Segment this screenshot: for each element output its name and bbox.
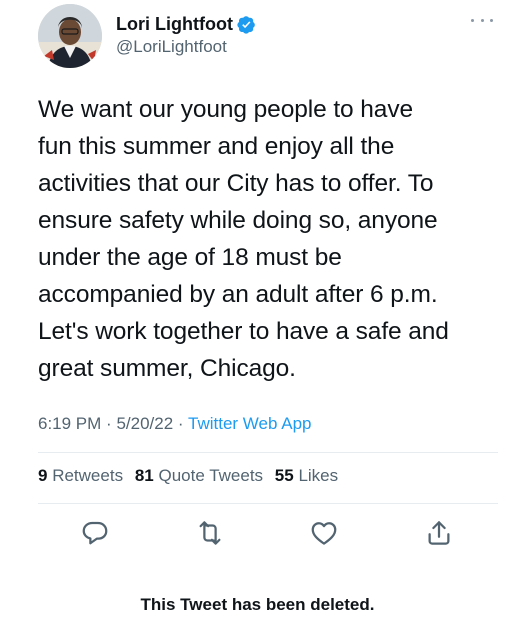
more-options-icon[interactable] [471, 12, 493, 28]
display-name-row: Lori Lightfoot [116, 13, 256, 35]
tweet-date[interactable]: 5/20/22 [116, 414, 173, 433]
tweet-meta: 6:19 PM · 5/20/22 · Twitter Web App [38, 411, 311, 437]
quotes-label: Quote Tweets [158, 466, 264, 485]
avatar[interactable] [38, 4, 102, 68]
divider [38, 452, 498, 453]
quotes-count: 81 [134, 466, 154, 485]
quotes-stat[interactable]: 81 Quote Tweets [135, 466, 263, 485]
heart-icon[interactable] [309, 518, 339, 548]
divider [38, 503, 498, 504]
author-handle[interactable]: @LoriLightfoot [116, 36, 256, 58]
likes-count: 55 [274, 466, 294, 485]
tweet-stats: 9 Retweets 81 Quote Tweets 55 Likes [38, 463, 338, 489]
tweet-text: We want our young people to have fun thi… [38, 96, 449, 382]
verified-badge-icon [237, 15, 255, 34]
meta-separator: · [177, 414, 184, 433]
display-name[interactable]: Lori Lightfoot [116, 13, 233, 35]
retweets-stat[interactable]: 9 Retweets [38, 466, 123, 485]
author-names: Lori Lightfoot @LoriLightfoot [116, 13, 256, 58]
profile-photo-icon [38, 4, 102, 68]
action-bar [0, 518, 515, 550]
retweets-label: Retweets [52, 466, 124, 485]
reply-icon[interactable] [80, 518, 110, 548]
likes-label: Likes [298, 466, 339, 485]
tweet-header: Lori Lightfoot @LoriLightfoot [38, 4, 495, 70]
share-icon[interactable] [424, 518, 454, 548]
tweet-source-link[interactable]: Twitter Web App [188, 414, 311, 433]
tweet-screenshot: Lori Lightfoot @LoriLightfoot We want ou… [0, 0, 515, 625]
retweets-count: 9 [38, 466, 48, 485]
likes-stat[interactable]: 55 Likes [275, 466, 338, 485]
tweet-time[interactable]: 6:19 PM [38, 414, 101, 433]
deleted-notice: This Tweet has been deleted. [140, 595, 375, 614]
meta-separator: · [106, 414, 112, 433]
retweet-icon[interactable] [195, 518, 225, 548]
